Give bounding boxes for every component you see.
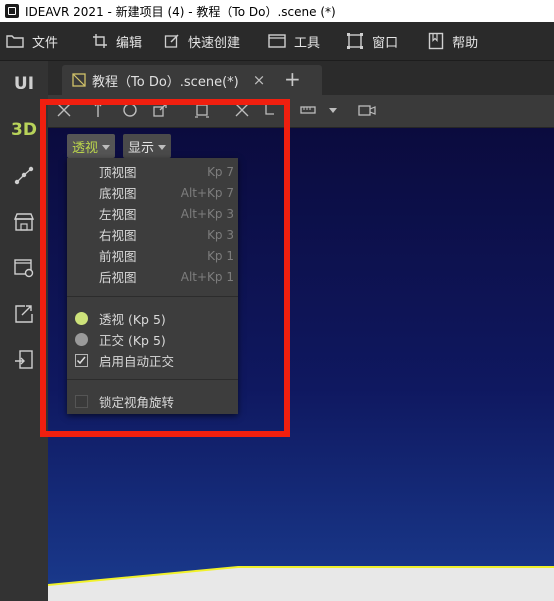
transform-icon[interactable]	[234, 102, 250, 118]
view-mode-label: 透视	[72, 140, 99, 156]
menu-window-label: 窗口	[372, 35, 399, 51]
menu-edit[interactable]: 编辑	[86, 22, 152, 60]
menu-file[interactable]: 文件	[0, 22, 68, 60]
snap-icon[interactable]	[264, 102, 276, 118]
right-view-shortcut: Kp 3	[207, 227, 234, 242]
floor-plane	[48, 568, 554, 601]
move-tool-icon[interactable]	[56, 102, 72, 118]
menu-quick-create-label: 快速创建	[188, 35, 241, 51]
chevron-down-icon	[158, 144, 167, 150]
chevron-down-icon[interactable]	[328, 107, 338, 115]
sidebar-graph[interactable]	[0, 153, 48, 199]
menu-quick-create[interactable]: 快速创建	[158, 22, 250, 60]
menu-item-bottom-view[interactable]: 底视图 Alt+Kp 7	[67, 182, 238, 203]
menu-separator	[67, 379, 238, 380]
settings-window-icon	[14, 259, 34, 278]
menu-item-top-view[interactable]: 顶视图 Kp 7	[67, 161, 238, 182]
exit-icon	[15, 350, 33, 369]
frame-icon	[347, 33, 364, 49]
rotate-tool-icon[interactable]	[122, 102, 138, 118]
sidebar-export[interactable]	[0, 291, 48, 337]
back-view-shortcut: Alt+Kp 1	[180, 269, 234, 284]
close-tab-icon[interactable]: ×	[253, 71, 266, 89]
camera-icon[interactable]	[358, 102, 376, 118]
menu-item-orthogonal[interactable]: 正交 (Kp 5)	[67, 329, 238, 350]
ruler-icon[interactable]	[300, 102, 316, 118]
display-label: 显示	[128, 140, 155, 156]
viewport-toolbar	[48, 95, 554, 128]
menu-tools[interactable]: 工具	[262, 22, 330, 60]
sidebar-3d-label: 3D	[11, 120, 37, 140]
menu-separator	[67, 296, 238, 297]
menu-item-left-view[interactable]: 左视图 Alt+Kp 3	[67, 203, 238, 224]
menu-window[interactable]: 窗口	[340, 22, 408, 60]
tab-scene-label: 教程（To Do）.scene(*)	[92, 74, 239, 90]
menu-bar: 文件 编辑 快速创建 工具 窗口 帮助	[0, 22, 554, 61]
edit-icon	[164, 34, 179, 48]
sidebar-ui-label: UI	[13, 74, 35, 94]
crop-icon	[93, 34, 108, 48]
view-dropdown-menu: 顶视图 Kp 7 底视图 Alt+Kp 7 左视图 Alt+Kp 3 右视图 K…	[67, 158, 238, 414]
top-view-label: 顶视图	[99, 165, 137, 180]
tab-bar: 教程（To Do）.scene(*) × +	[48, 61, 554, 95]
menu-help-label: 帮助	[452, 35, 479, 51]
book-icon	[428, 32, 444, 50]
checkbox-checked-icon[interactable]	[75, 354, 88, 367]
folder-icon	[6, 35, 24, 48]
add-tab-icon[interactable]: +	[284, 67, 301, 91]
sidebar-settings-window[interactable]	[0, 245, 48, 291]
orthogonal-label: 正交 (Kp 5)	[99, 333, 166, 348]
menu-item-lock-rotation[interactable]: 锁定视角旋转	[67, 391, 238, 412]
menu-edit-label: 编辑	[116, 35, 143, 51]
menu-file-label: 文件	[32, 35, 59, 51]
arrow-tool-icon[interactable]	[92, 102, 104, 118]
front-view-shortcut: Kp 1	[207, 248, 234, 263]
scale-tool-icon[interactable]	[152, 102, 168, 118]
menu-item-perspective[interactable]: 透视 (Kp 5)	[67, 308, 238, 329]
app-logo-icon	[5, 4, 19, 18]
chevron-down-icon	[102, 144, 111, 150]
menu-help[interactable]: 帮助	[422, 22, 488, 60]
title-bar: IDEAVR 2021 - 新建项目 (4) - 教程（To Do）.scene…	[0, 0, 554, 22]
radio-unselected-icon	[75, 333, 88, 346]
frame-select-icon[interactable]	[194, 102, 210, 118]
menu-tools-label: 工具	[294, 35, 321, 51]
right-view-label: 右视图	[99, 228, 137, 243]
checkbox-unchecked-icon[interactable]	[75, 395, 88, 408]
top-view-shortcut: Kp 7	[207, 164, 234, 179]
perspective-label: 透视 (Kp 5)	[99, 312, 166, 327]
tab-scene[interactable]: 教程（To Do）.scene(*) ×	[62, 65, 322, 95]
radio-selected-icon	[75, 312, 88, 325]
store-icon	[13, 213, 35, 231]
lock-rotation-label: 锁定视角旋转	[99, 395, 175, 410]
graph-icon	[14, 166, 34, 185]
menu-item-back-view[interactable]: 后视图 Alt+Kp 1	[67, 266, 238, 287]
sidebar-3d[interactable]: 3D	[0, 107, 48, 153]
window-title: IDEAVR 2021 - 新建项目 (4) - 教程（To Do）.scene…	[25, 4, 336, 19]
menu-item-right-view[interactable]: 右视图 Kp 3	[67, 224, 238, 245]
front-view-label: 前视图	[99, 249, 137, 264]
menu-item-front-view[interactable]: 前视图 Kp 1	[67, 245, 238, 266]
sidebar-ui[interactable]: UI	[0, 61, 48, 107]
auto-ortho-label: 启用自动正交	[99, 354, 175, 369]
left-sidebar: UI 3D	[0, 61, 48, 601]
left-view-label: 左视图	[99, 207, 137, 222]
back-view-label: 后视图	[99, 270, 137, 285]
display-dropdown[interactable]: 显示	[123, 134, 172, 158]
sidebar-exit[interactable]	[0, 337, 48, 383]
scene-file-icon	[72, 73, 86, 87]
bottom-view-label: 底视图	[99, 186, 137, 201]
export-icon	[15, 305, 33, 323]
menu-item-auto-ortho[interactable]: 启用自动正交	[67, 350, 238, 371]
sidebar-store[interactable]	[0, 199, 48, 245]
left-view-shortcut: Alt+Kp 3	[180, 206, 234, 221]
window-icon	[268, 34, 286, 48]
bottom-view-shortcut: Alt+Kp 7	[180, 185, 234, 200]
view-mode-dropdown[interactable]: 透视	[67, 134, 116, 158]
